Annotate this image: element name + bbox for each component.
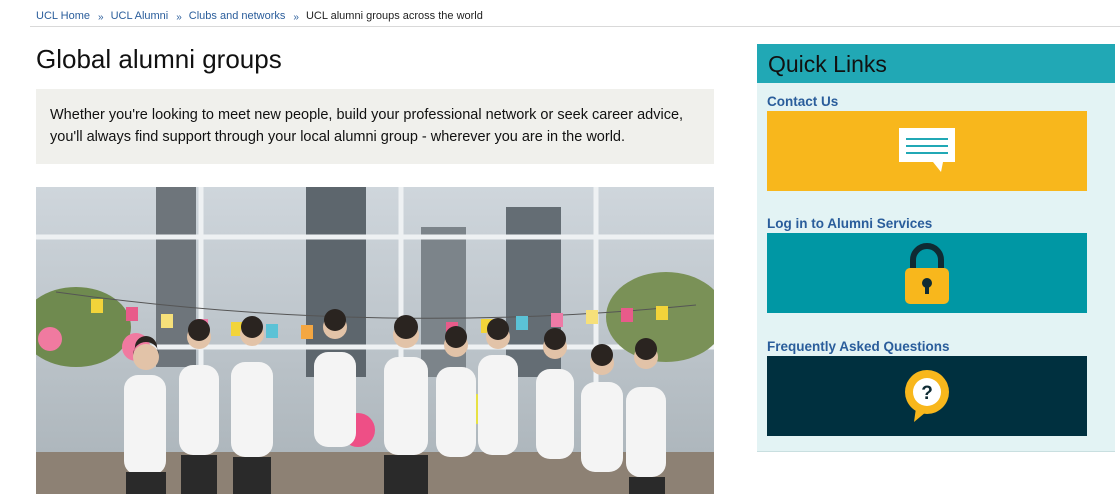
padlock-icon: [905, 243, 949, 304]
quick-links-heading: Quick Links: [757, 44, 1115, 83]
alumni-services-tile[interactable]: [767, 233, 1087, 313]
faq-link[interactable]: Frequently Asked Questions: [767, 339, 1087, 356]
breadcrumb-divider: [30, 26, 1120, 27]
breadcrumb-ucl-alumni[interactable]: UCL Alumni: [111, 10, 169, 22]
quick-links-panel: Quick Links Contact Us Log in to Alumni …: [757, 44, 1115, 452]
breadcrumb: UCL Home » UCL Alumni » Clubs and networ…: [36, 6, 1120, 26]
breadcrumb-separator: »: [176, 11, 182, 23]
alumni-services-login-link[interactable]: Log in to Alumni Services: [767, 216, 1087, 233]
contact-us-link[interactable]: Contact Us: [767, 94, 1087, 111]
faq-tile[interactable]: ?: [767, 356, 1087, 436]
breadcrumb-separator: »: [293, 11, 299, 23]
hero-image: [36, 187, 714, 494]
breadcrumb-ucl-home[interactable]: UCL Home: [36, 10, 90, 22]
contact-us-tile[interactable]: [767, 111, 1087, 191]
quick-link-faq: Frequently Asked Questions ?: [767, 339, 1087, 436]
intro-text: Whether you're looking to meet new peopl…: [50, 107, 684, 145]
breadcrumb-clubs-and-networks[interactable]: Clubs and networks: [189, 10, 286, 22]
question-bubble-icon: ?: [905, 370, 949, 422]
quick-link-alumni-services: Log in to Alumni Services: [767, 216, 1087, 313]
breadcrumb-separator: »: [98, 11, 104, 23]
svg-text:?: ?: [921, 383, 933, 404]
speech-bubble-icon: [899, 128, 955, 172]
breadcrumb-current: UCL alumni groups across the world: [305, 10, 483, 22]
page-title: Global alumni groups: [36, 44, 282, 74]
intro-panel: Whether you're looking to meet new peopl…: [36, 89, 714, 164]
group-photo-image: [36, 187, 714, 494]
quick-link-contact-us: Contact Us: [767, 94, 1087, 191]
